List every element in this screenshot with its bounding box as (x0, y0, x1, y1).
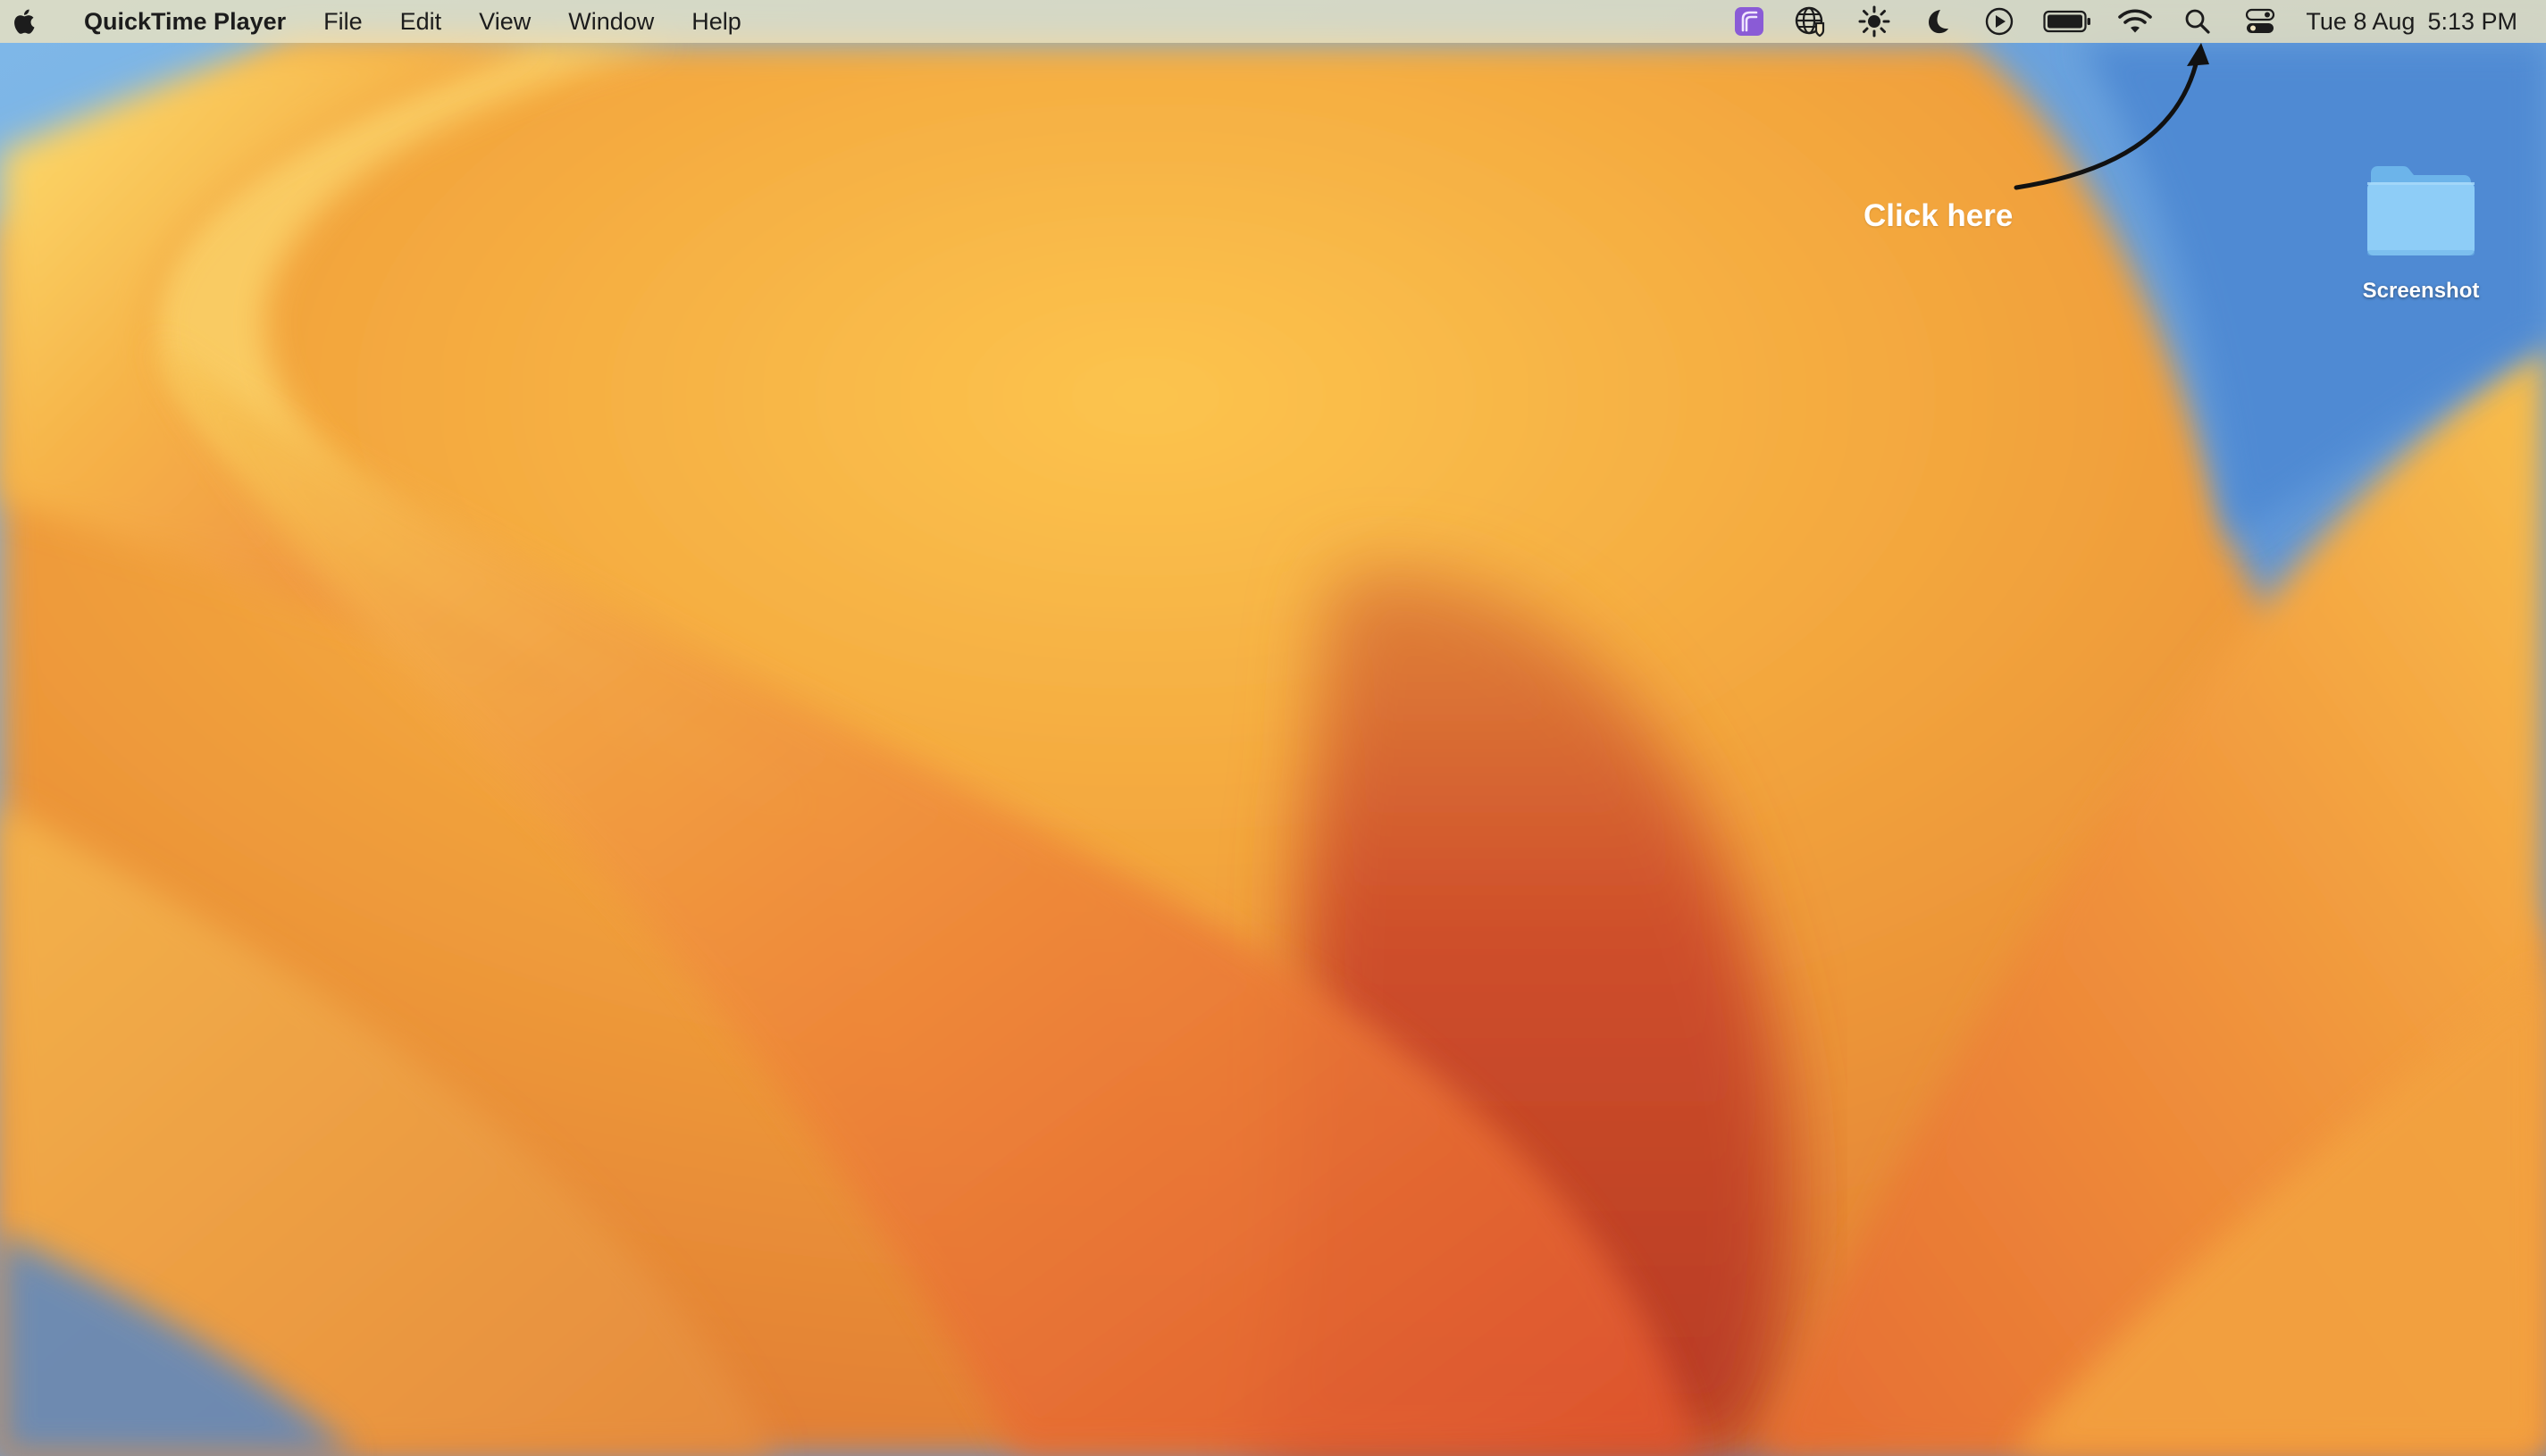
menu-bar-clock[interactable]: Tue 8 Aug 5:13 PM (2306, 8, 2517, 36)
vpn-globe-icon[interactable] (1790, 0, 1833, 43)
menu-app-name[interactable]: QuickTime Player (63, 0, 305, 43)
control-center-icon[interactable] (2239, 0, 2282, 43)
menu-file[interactable]: File (305, 0, 381, 43)
battery-icon[interactable] (2040, 0, 2094, 43)
wallpaper (0, 0, 2546, 1456)
clock-date: Tue 8 Aug (2306, 7, 2416, 35)
now-playing-icon[interactable] (1978, 0, 2021, 43)
app-extension-icon[interactable] (1728, 0, 1771, 43)
folder-icon (2367, 166, 2475, 255)
menu-bar: QuickTime Player File Edit View Window H… (0, 0, 2546, 43)
menu-window[interactable]: Window (549, 0, 673, 43)
brightness-icon[interactable] (1853, 0, 1896, 43)
menu-edit[interactable]: Edit (381, 0, 461, 43)
annotation-label: Click here (1863, 198, 2014, 233)
clock-time: 5:13 PM (2427, 7, 2517, 35)
desktop[interactable]: QuickTime Player File Edit View Window H… (0, 0, 2546, 1456)
folder-label: Screenshot (2362, 279, 2480, 303)
focus-moon-icon[interactable] (1915, 0, 1958, 43)
menu-help[interactable]: Help (673, 0, 760, 43)
wifi-icon[interactable] (2114, 0, 2157, 43)
annotation-arrow (2014, 43, 2209, 190)
desktop-folder[interactable]: Screenshot (2349, 161, 2492, 304)
menu-bar-left: QuickTime Player File Edit View Window H… (0, 0, 760, 43)
menu-bar-status: Tue 8 Aug 5:13 PM (1718, 0, 2546, 43)
spotlight-search-icon[interactable] (2176, 0, 2219, 43)
menu-view[interactable]: View (460, 0, 549, 43)
apple-logo-icon[interactable] (13, 7, 38, 36)
